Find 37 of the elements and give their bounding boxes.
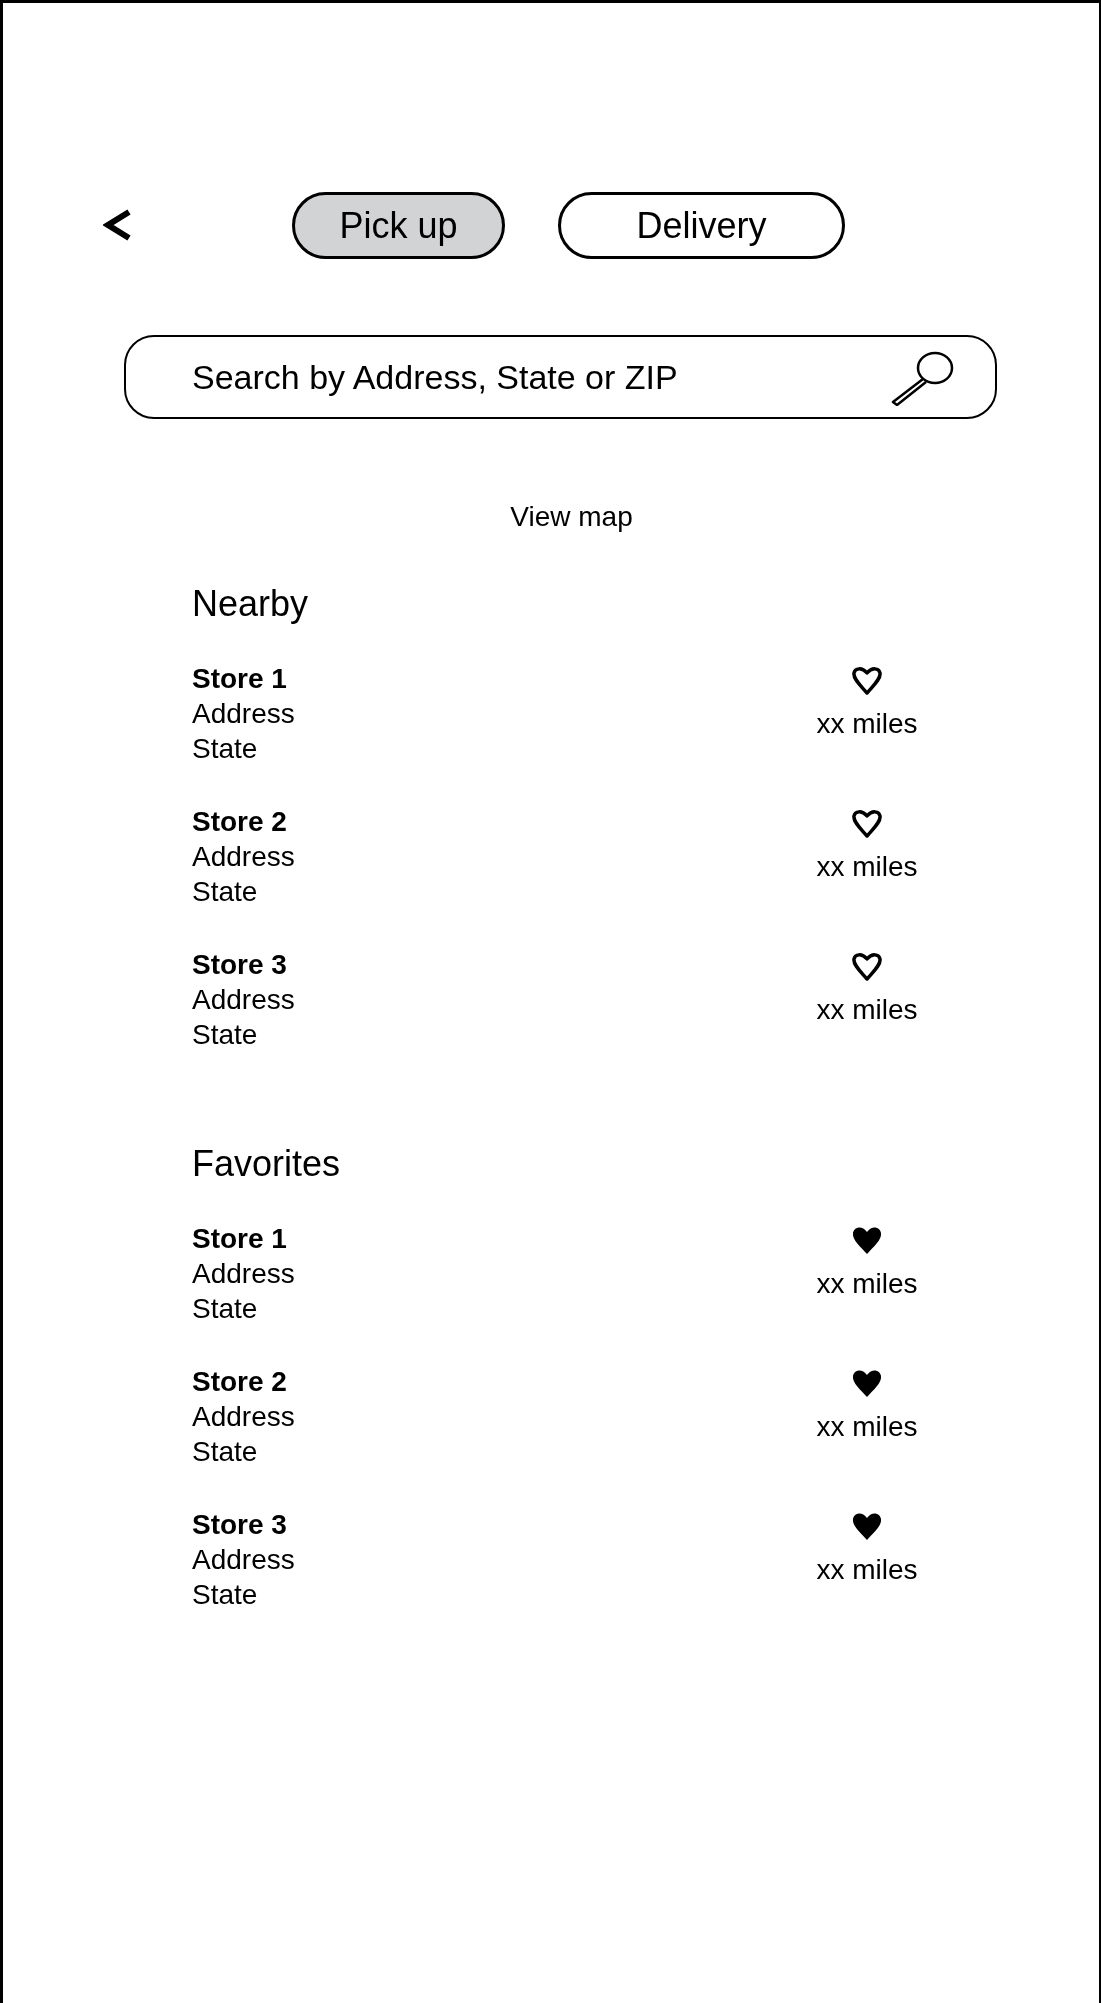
store-name[interactable]: Store 2 [192,804,787,839]
store-address: Address [192,1257,296,1291]
view-map-link[interactable]: View map [3,499,1101,535]
store-name[interactable]: Store 3 [192,947,787,982]
heart-icon[interactable] [851,951,883,981]
store-name[interactable]: Store 1 [192,661,787,696]
store-address: Address [192,1543,296,1577]
store-distance: xx miles [816,1410,918,1444]
store-state: State [192,875,259,909]
store-distance: xx miles [816,993,918,1027]
search-field[interactable]: Search by Address, State or ZIP [124,335,997,419]
store-state: State [192,732,259,766]
heart-icon[interactable] [851,1225,883,1255]
store-name[interactable]: Store 2 [192,1364,787,1399]
heart-icon[interactable] [851,1368,883,1398]
store-state: State [192,1292,259,1326]
section-heading: Favorites [192,1142,342,1186]
heart-icon[interactable] [851,808,883,838]
store-state: State [192,1018,259,1052]
tab[interactable]: Delivery [558,192,845,259]
store-address: Address [192,697,296,731]
back-icon[interactable] [103,208,133,242]
store-distance: xx miles [816,707,918,741]
store-state: State [192,1578,259,1612]
heart-icon[interactable] [851,1511,883,1541]
store-distance: xx miles [816,850,918,884]
store-address: Address [192,983,296,1017]
store-distance: xx miles [816,1267,918,1301]
store-name[interactable]: Store 1 [192,1221,787,1256]
store-distance: xx miles [816,1553,918,1587]
section-heading: Nearby [192,582,310,626]
tab[interactable]: Pick up [292,192,505,259]
store-address: Address [192,1400,296,1434]
heart-icon[interactable] [851,665,883,695]
store-state: State [192,1435,259,1469]
store-address: Address [192,840,296,874]
store-name[interactable]: Store 3 [192,1507,787,1542]
